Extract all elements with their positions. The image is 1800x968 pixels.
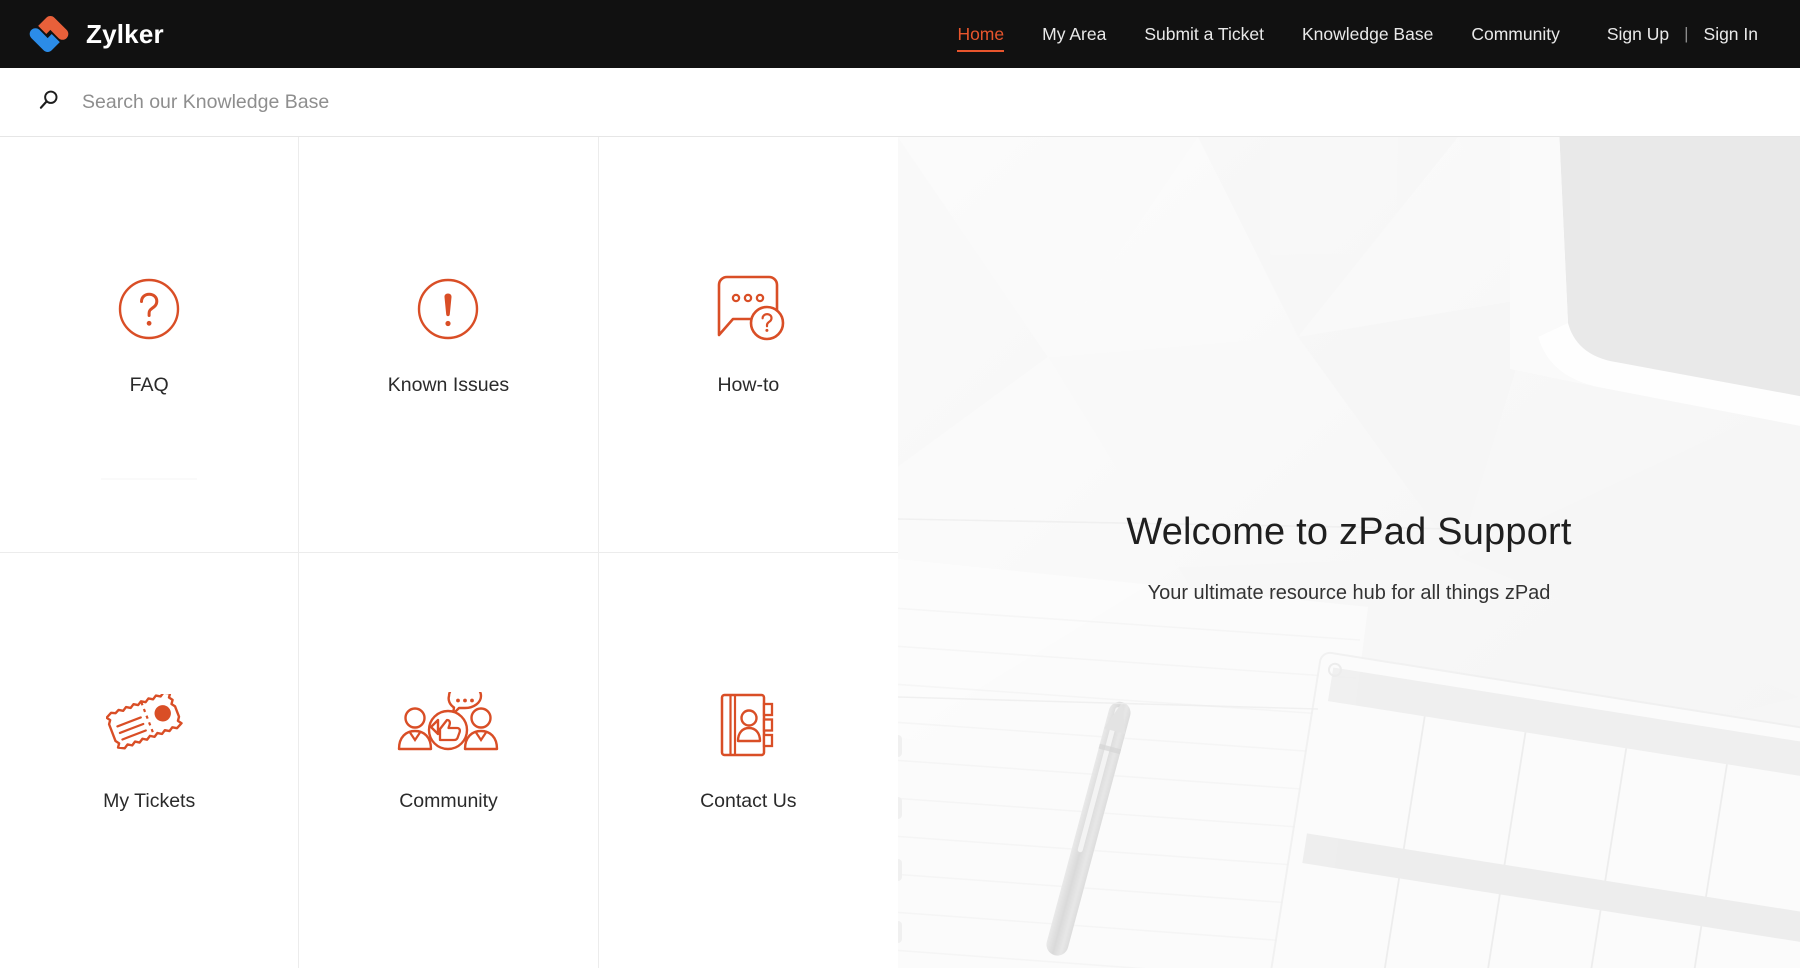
sign-in-label: Sign In	[1703, 23, 1758, 44]
tile-community[interactable]: Community	[299, 552, 599, 968]
top-navigation-bar: Zylker Home My Area Submit a Ticket Know…	[0, 0, 1800, 68]
nav-item-knowledge-base[interactable]: Knowledge Base	[1283, 0, 1452, 68]
nav-item-submit-a-ticket[interactable]: Submit a Ticket	[1125, 0, 1283, 68]
nav-item-submit-a-ticket-label: Submit a Ticket	[1144, 23, 1264, 44]
nav-item-community[interactable]: Community	[1452, 0, 1579, 68]
search-bar	[0, 68, 1800, 137]
search-icon[interactable]	[38, 89, 82, 116]
search-input[interactable]	[82, 90, 702, 114]
page-content: FAQ Known Issues How-to My Tickets Commu…	[0, 137, 1800, 968]
ticket-icon	[106, 682, 192, 768]
nav-item-home-label: Home	[957, 23, 1005, 44]
tile-faq-label: FAQ	[129, 373, 169, 396]
zylker-diamond-logo-icon	[26, 11, 72, 57]
tile-how-to-label: How-to	[717, 373, 780, 396]
question-circle-icon	[116, 266, 182, 352]
sign-in-link[interactable]: Sign In	[1690, 0, 1772, 68]
brand-logo-link[interactable]: Zylker	[26, 11, 164, 57]
brand-name: Zylker	[86, 18, 164, 49]
tile-contact-us[interactable]: Contact Us	[599, 553, 898, 968]
tile-known-issues-label: Known Issues	[387, 373, 510, 396]
tile-how-to[interactable]: How-to	[598, 137, 898, 553]
hero-title: Welcome to zPad Support	[1126, 510, 1572, 553]
auth-links: Sign Up | Sign In	[1593, 0, 1772, 68]
hero-subtitle: Your ultimate resource hub for all thing…	[1147, 581, 1551, 604]
hero-banner: Welcome to zPad Support Your ultimate re…	[898, 137, 1800, 968]
sign-up-link[interactable]: Sign Up	[1593, 0, 1683, 68]
nav-item-home[interactable]: Home	[938, 0, 1023, 68]
quick-links-grid: FAQ Known Issues How-to My Tickets Commu…	[0, 137, 898, 968]
main-nav: Home My Area Submit a Ticket Knowledge B…	[938, 0, 1772, 68]
people-discussion-icon	[397, 682, 499, 768]
nav-item-knowledge-base-label: Knowledge Base	[1301, 23, 1434, 44]
sign-up-label: Sign Up	[1606, 23, 1670, 44]
tile-community-label: Community	[399, 789, 498, 812]
chat-bubble-question-icon	[709, 266, 787, 352]
tile-my-tickets[interactable]: My Tickets	[0, 552, 300, 968]
address-book-icon	[718, 682, 778, 768]
nav-item-community-label: Community	[1471, 23, 1560, 44]
nav-item-my-area-label: My Area	[1042, 23, 1107, 44]
tile-contact-us-label: Contact Us	[700, 789, 797, 812]
hero-text-block: Welcome to zPad Support Your ultimate re…	[898, 511, 1800, 605]
exclamation-circle-icon	[415, 266, 481, 352]
tile-known-issues[interactable]: Known Issues	[299, 137, 599, 553]
tile-faq[interactable]: FAQ	[0, 137, 300, 553]
nav-item-my-area[interactable]: My Area	[1023, 0, 1125, 68]
tile-my-tickets-label: My Tickets	[103, 789, 196, 812]
tile-faq-underline	[101, 477, 198, 480]
